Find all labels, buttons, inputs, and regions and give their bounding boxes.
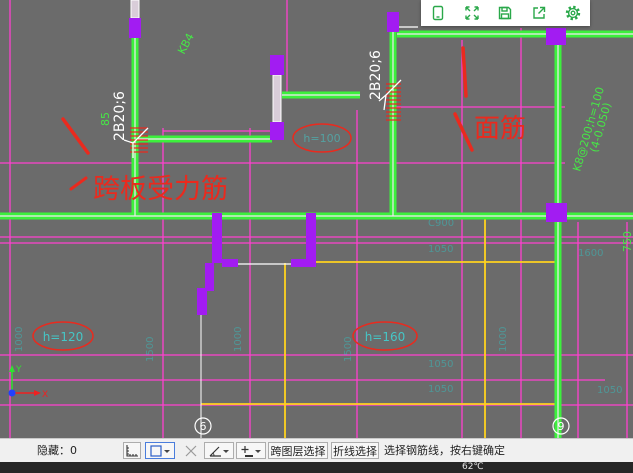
chevron-down-icon: [255, 449, 261, 453]
x-axis-label: X: [42, 390, 48, 400]
slab-thickness-label: h=100: [303, 132, 340, 145]
column: [270, 55, 284, 75]
chevron-down-icon: [164, 449, 170, 453]
status-hint: 选择钢筋线，按右键确定: [384, 444, 505, 457]
dimension-label: 1500: [145, 337, 156, 362]
column: [129, 18, 141, 38]
drawing-canvas[interactable]: h=100 h=120 h=160 跨板受力筋 面筋 2B20;6 2B20;6…: [0, 0, 633, 438]
column: [546, 28, 566, 45]
dimension-label: 1600: [578, 248, 603, 259]
slab-thickness-label: h=120: [43, 330, 84, 344]
cross-icon: [185, 445, 197, 456]
hidden-count-label: 隐藏：0: [37, 444, 77, 457]
rebar-label: 2B20;6: [368, 50, 384, 100]
column: [270, 122, 284, 140]
axis-label: 9: [558, 420, 565, 433]
temperature-readout: 62℃: [462, 462, 484, 472]
floating-toolbar: [421, 0, 590, 26]
slab-thickness-label: h=160: [365, 330, 406, 344]
wall-segment: [306, 213, 316, 263]
dimension-label: 1000: [498, 327, 509, 352]
y-axis-label: Y: [15, 365, 22, 375]
origin-dot: [8, 389, 16, 397]
rebar-small-label: 85: [99, 112, 112, 126]
ortho-mode-button[interactable]: [123, 442, 141, 459]
dimension-label: 1050: [597, 385, 622, 396]
polyline-select-button[interactable]: 折线选择: [331, 442, 379, 459]
column: [387, 12, 399, 32]
dimension-label: 1000: [233, 327, 244, 352]
dimension-label: 1050: [428, 244, 453, 255]
rebar-label: 2B20;6: [112, 91, 128, 141]
beam-outline: [272, 74, 282, 123]
settings-icon[interactable]: [564, 4, 582, 22]
wall-segment: [212, 213, 222, 263]
taskbar: 62℃: [0, 462, 633, 473]
share-icon[interactable]: [530, 4, 548, 22]
cancel-button[interactable]: [181, 442, 201, 459]
ruler-corner-icon: [126, 444, 138, 457]
status-bar: 隐藏：0 跨图层选择 折线选择 选择钢筋线，按右键确定: [0, 438, 633, 462]
angle-icon: [209, 446, 221, 457]
add-point-button[interactable]: [236, 442, 266, 459]
wall-segment: [291, 259, 316, 267]
column: [546, 203, 567, 222]
axis-label: 6: [200, 420, 207, 433]
dimension-label: 1500: [343, 337, 354, 362]
dimension-label: 1000: [14, 327, 25, 352]
dimension-label: 1050: [428, 359, 453, 370]
tablet-icon[interactable]: [429, 4, 447, 22]
add-point-icon: [241, 445, 253, 457]
dimension-label: C900: [428, 218, 454, 229]
dimension-label: 1050: [428, 384, 453, 395]
expand-icon[interactable]: [463, 4, 481, 22]
select-mode-button[interactable]: [145, 442, 175, 459]
cross-layer-select-button[interactable]: 跨图层选择: [268, 442, 328, 459]
wall-segment: [205, 263, 214, 291]
dimension-label: 750: [621, 231, 633, 252]
wall-segment: [222, 259, 238, 267]
top-rebar-annotation: 面筋: [474, 114, 526, 144]
beam-outline: [130, 0, 140, 19]
select-box-icon: [150, 444, 162, 457]
span-slab-rebar-annotation: 跨板受力筋: [93, 174, 228, 205]
save-icon[interactable]: [496, 4, 514, 22]
chevron-down-icon: [223, 449, 229, 453]
wall-segment: [197, 288, 207, 315]
angle-button[interactable]: [204, 442, 234, 459]
